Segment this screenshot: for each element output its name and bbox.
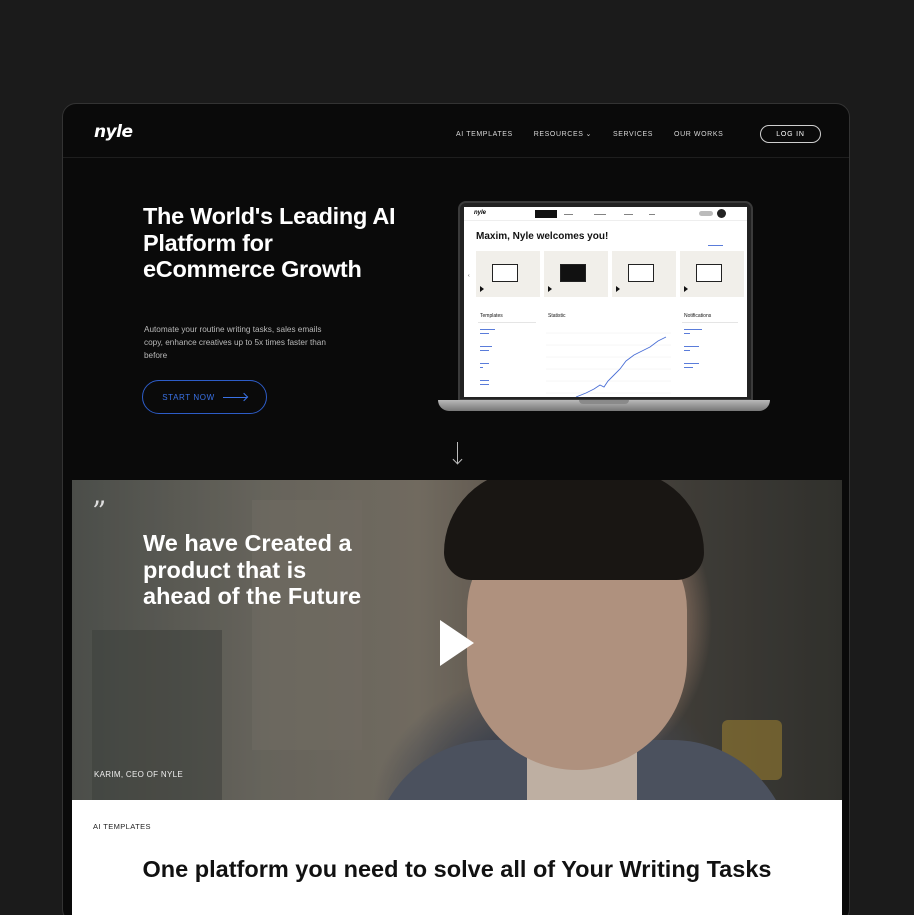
quote-icon: ” (92, 495, 107, 528)
hero-subtitle: Automate your routine writing tasks, sal… (144, 325, 326, 360)
dashboard-link: ▬▬▬▬▬ (708, 243, 723, 247)
card-thumbnail (560, 264, 586, 282)
divider (478, 322, 536, 323)
video-card (476, 251, 540, 297)
notification-item: ▬▬▬▬▬▬▬▬ (684, 327, 702, 335)
card-thumbnail (696, 264, 722, 282)
hero-title: The World's Leading AI Platform for eCom… (143, 203, 396, 282)
play-icon (548, 286, 552, 292)
play-icon (480, 286, 484, 292)
template-link: ▬▬▬ ▬▬▬ (480, 378, 489, 386)
avatar (717, 209, 726, 218)
laptop-mockup: nyle ▬▬▬ ▬▬▬▬ ▬▬▬ ▬▬ Maxim, Nyle welcome… (438, 201, 770, 415)
template-link: ▬▬▬▬▬ ▬▬▬ (480, 327, 495, 335)
dashboard-menu-item: ▬▬▬ (564, 212, 573, 216)
notification-item: ▬▬▬▬▬ ▬▬ (684, 344, 699, 352)
dashboard-col-notifications: Notifications (684, 313, 712, 319)
start-now-button[interactable]: START NOW (142, 380, 267, 414)
video-title: We have Created a product that is ahead … (143, 530, 362, 609)
dashboard-menu-item: ▬▬▬ (624, 212, 633, 216)
template-link: ▬▬▬▬ ▬▬▬ (480, 344, 492, 352)
chevron-down-icon: ⌄ (585, 131, 592, 138)
dashboard-screenshot: nyle ▬▬▬ ▬▬▬▬ ▬▬▬ ▬▬ Maxim, Nyle welcome… (464, 207, 747, 397)
dashboard-logo: nyle (474, 210, 487, 216)
arrow-right-icon (222, 396, 247, 398)
play-icon[interactable] (440, 620, 474, 666)
dashboard-menu-item: ▬▬ (649, 212, 655, 216)
divider (682, 322, 738, 323)
nav-our-works[interactable]: OUR WORKS (674, 130, 723, 138)
template-link: ▬▬▬ ▬ (480, 361, 489, 369)
dashboard-pill (699, 211, 713, 216)
dashboard-col-templates: Templates (480, 313, 503, 319)
video-card (680, 251, 744, 297)
section-title: One platform you need to solve all of Yo… (142, 856, 772, 882)
play-icon (684, 286, 688, 292)
statistic-chart (546, 332, 671, 397)
nav-resources[interactable]: RESOURCES ⌄ (533, 130, 592, 139)
card-thumbnail (628, 264, 654, 282)
laptop-lid: nyle ▬▬▬ ▬▬▬▬ ▬▬▬ ▬▬ Maxim, Nyle welcome… (458, 201, 753, 401)
nav-services[interactable]: SERVICES (613, 130, 653, 138)
dashboard-tab (535, 210, 557, 218)
site-frame: nyle AI TEMPLATES RESOURCES ⌄ SERVICES O… (62, 103, 850, 915)
templates-section: AI TEMPLATES One platform you need to so… (72, 800, 842, 915)
laptop-notch (579, 400, 629, 404)
chevron-left-icon: ‹ (468, 273, 470, 279)
notification-item: ▬▬▬▬▬▬▬▬ (684, 361, 699, 369)
start-now-label: START NOW (162, 392, 215, 402)
nav-resources-label: RESOURCES (533, 130, 584, 138)
arrow-down-icon[interactable] (457, 442, 458, 463)
video-testimonial[interactable]: ” We have Created a product that is ahea… (72, 480, 842, 800)
video-card (544, 251, 608, 297)
video-card (612, 251, 676, 297)
login-button[interactable]: LOG IN (760, 125, 821, 143)
dashboard-topbar: nyle ▬▬▬ ▬▬▬▬ ▬▬▬ ▬▬ (464, 207, 747, 221)
dashboard-welcome: Maxim, Nyle welcomes you! (476, 231, 609, 242)
nav-links: AI TEMPLATES RESOURCES ⌄ SERVICES OUR WO… (456, 130, 723, 139)
section-label: AI TEMPLATES (93, 822, 151, 831)
card-thumbnail (492, 264, 518, 282)
dashboard-menu-item: ▬▬▬▬ (594, 212, 606, 216)
top-nav: nyle AI TEMPLATES RESOURCES ⌄ SERVICES O… (63, 104, 849, 158)
video-caption: KARIM, CEO OF NYLE (94, 770, 183, 779)
nav-ai-templates[interactable]: AI TEMPLATES (456, 130, 513, 138)
dashboard-cards (476, 251, 744, 297)
nyle-logo[interactable]: nyle (94, 122, 133, 142)
play-icon (616, 286, 620, 292)
dashboard-col-statistic: Statistic (548, 313, 566, 319)
